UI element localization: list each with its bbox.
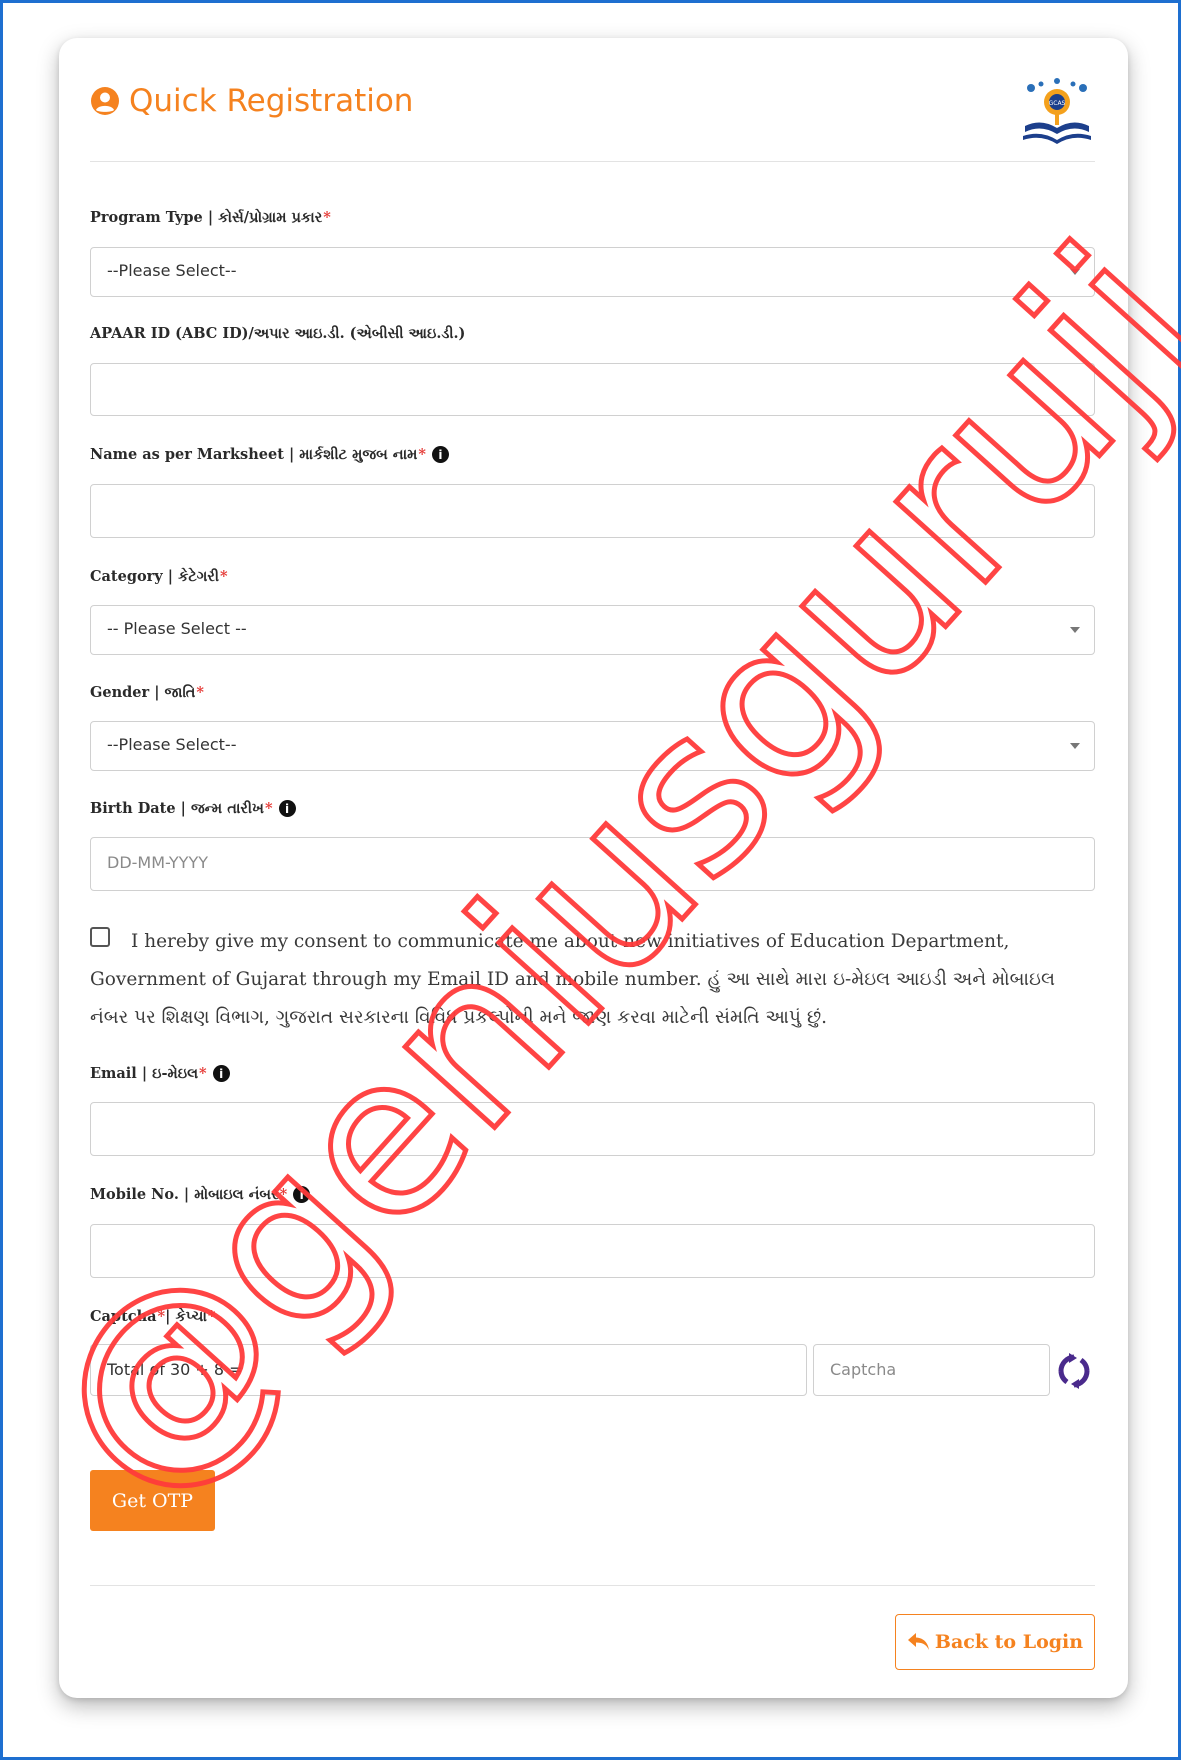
info-icon[interactable]: i [293,1186,311,1203]
consent-text: I hereby give my consent to communicate … [90,931,1055,1028]
captcha-question-box: Total of 30 + 8 = [90,1344,807,1396]
gender-select[interactable]: --Please Select-- [90,721,1095,771]
gender-value: --Please Select-- [107,735,237,754]
captcha-question: Total of 30 + 8 = [107,1360,243,1379]
mobile-input[interactable] [90,1224,1095,1278]
reply-arrow-icon [907,1633,929,1650]
category-label: Category | કેટેગરી * [90,568,228,585]
user-circle-icon [91,87,119,115]
birth-date-label: Birth Date | જન્મ તારીખ * i [90,800,296,817]
name-input[interactable] [90,484,1095,538]
email-label: Email | ઇ-મેઇલ * i [90,1065,230,1082]
required-marker: * [207,1308,216,1325]
refresh-icon[interactable] [1055,1352,1093,1390]
info-icon[interactable]: i [212,1065,230,1082]
required-marker: * [279,1186,288,1203]
back-to-login-button[interactable]: Back to Login [895,1614,1095,1670]
chevron-down-icon [1070,743,1080,749]
logo-text: GCAS [1049,100,1066,107]
captcha-placeholder: Captcha [830,1360,897,1379]
required-marker: * [264,800,273,817]
required-marker: * [220,568,228,585]
apaar-id-input[interactable] [90,363,1095,416]
mobile-label: Mobile No. | મોબાઇલ નંબર * i [90,1186,311,1203]
birth-date-input[interactable]: DD-MM-YYYY [90,837,1095,891]
captcha-label: Captcha * | કેપ્ચા * [90,1308,216,1325]
registration-card: Quick Registration GCAS Program Type | ક… [59,38,1128,1698]
apaar-id-label: APAAR ID (ABC ID)/અપાર આઇ.ડી. (એબીસી આઇ.… [90,325,466,342]
consent-checkbox[interactable] [90,927,110,947]
required-marker: * [323,209,331,226]
program-type-value: --Please Select-- [107,261,237,280]
program-type-select[interactable]: --Please Select-- [90,247,1095,297]
required-marker: * [199,1065,207,1082]
program-type-label: Program Type | કોર્સ/પ્રોગ્રામ પ્રકાર * [90,209,331,226]
info-icon[interactable]: i [278,800,296,817]
get-otp-button[interactable]: Get OTP [90,1470,215,1531]
category-value: -- Please Select -- [107,619,247,638]
page-title-text: Quick Registration [129,83,414,119]
header-divider [90,161,1095,162]
email-input[interactable] [90,1102,1095,1156]
page-title: Quick Registration [90,83,413,119]
required-marker: * [418,446,426,463]
back-to-login-label: Back to Login [934,1631,1084,1653]
category-select[interactable]: -- Please Select -- [90,605,1095,655]
info-icon[interactable]: i [431,446,449,463]
consent-row: I hereby give my consent to communicate … [90,923,1100,1037]
birth-date-placeholder: DD-MM-YYYY [107,853,208,872]
captcha-input[interactable]: Captcha [813,1344,1050,1396]
gcas-logo: GCAS [1023,78,1091,144]
gender-label: Gender | જાતિ * [90,684,204,701]
card-header: Quick Registration GCAS [90,78,1095,144]
required-marker: * [157,1308,166,1325]
name-label: Name as per Marksheet | માર્કશીટ મુજબ ના… [90,446,449,463]
required-marker: * [196,684,204,701]
footer-divider [90,1585,1095,1586]
chevron-down-icon [1070,627,1080,633]
chevron-down-icon [1070,269,1080,275]
